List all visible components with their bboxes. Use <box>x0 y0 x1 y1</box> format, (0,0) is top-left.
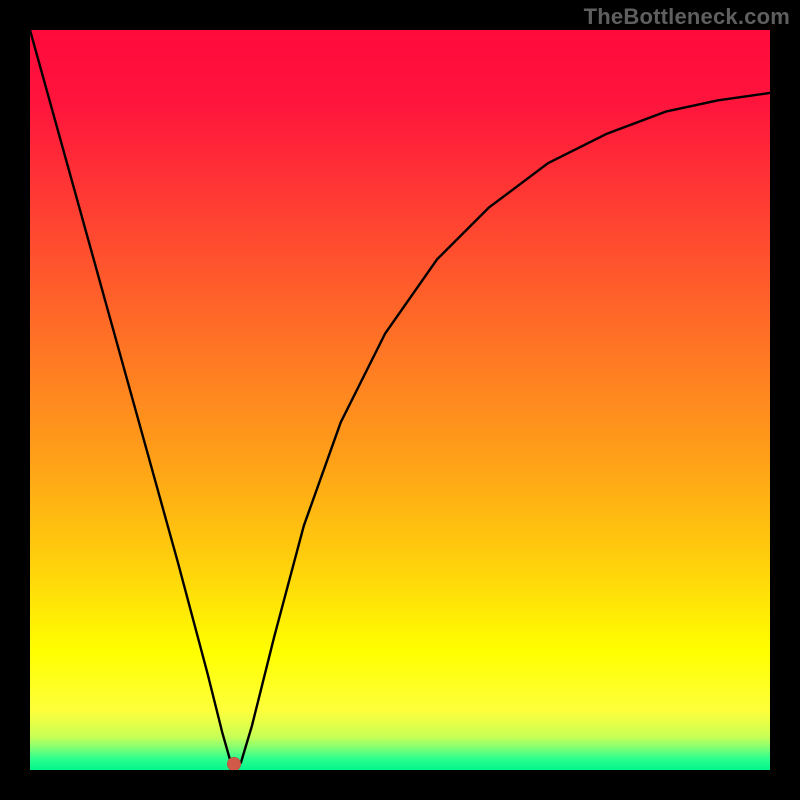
bottleneck-curve <box>30 30 770 770</box>
minimum-marker-dot <box>227 757 241 770</box>
curve-path <box>30 30 770 770</box>
watermark-label: TheBottleneck.com <box>584 4 790 30</box>
chart-frame: TheBottleneck.com <box>0 0 800 800</box>
plot-area <box>30 30 770 770</box>
